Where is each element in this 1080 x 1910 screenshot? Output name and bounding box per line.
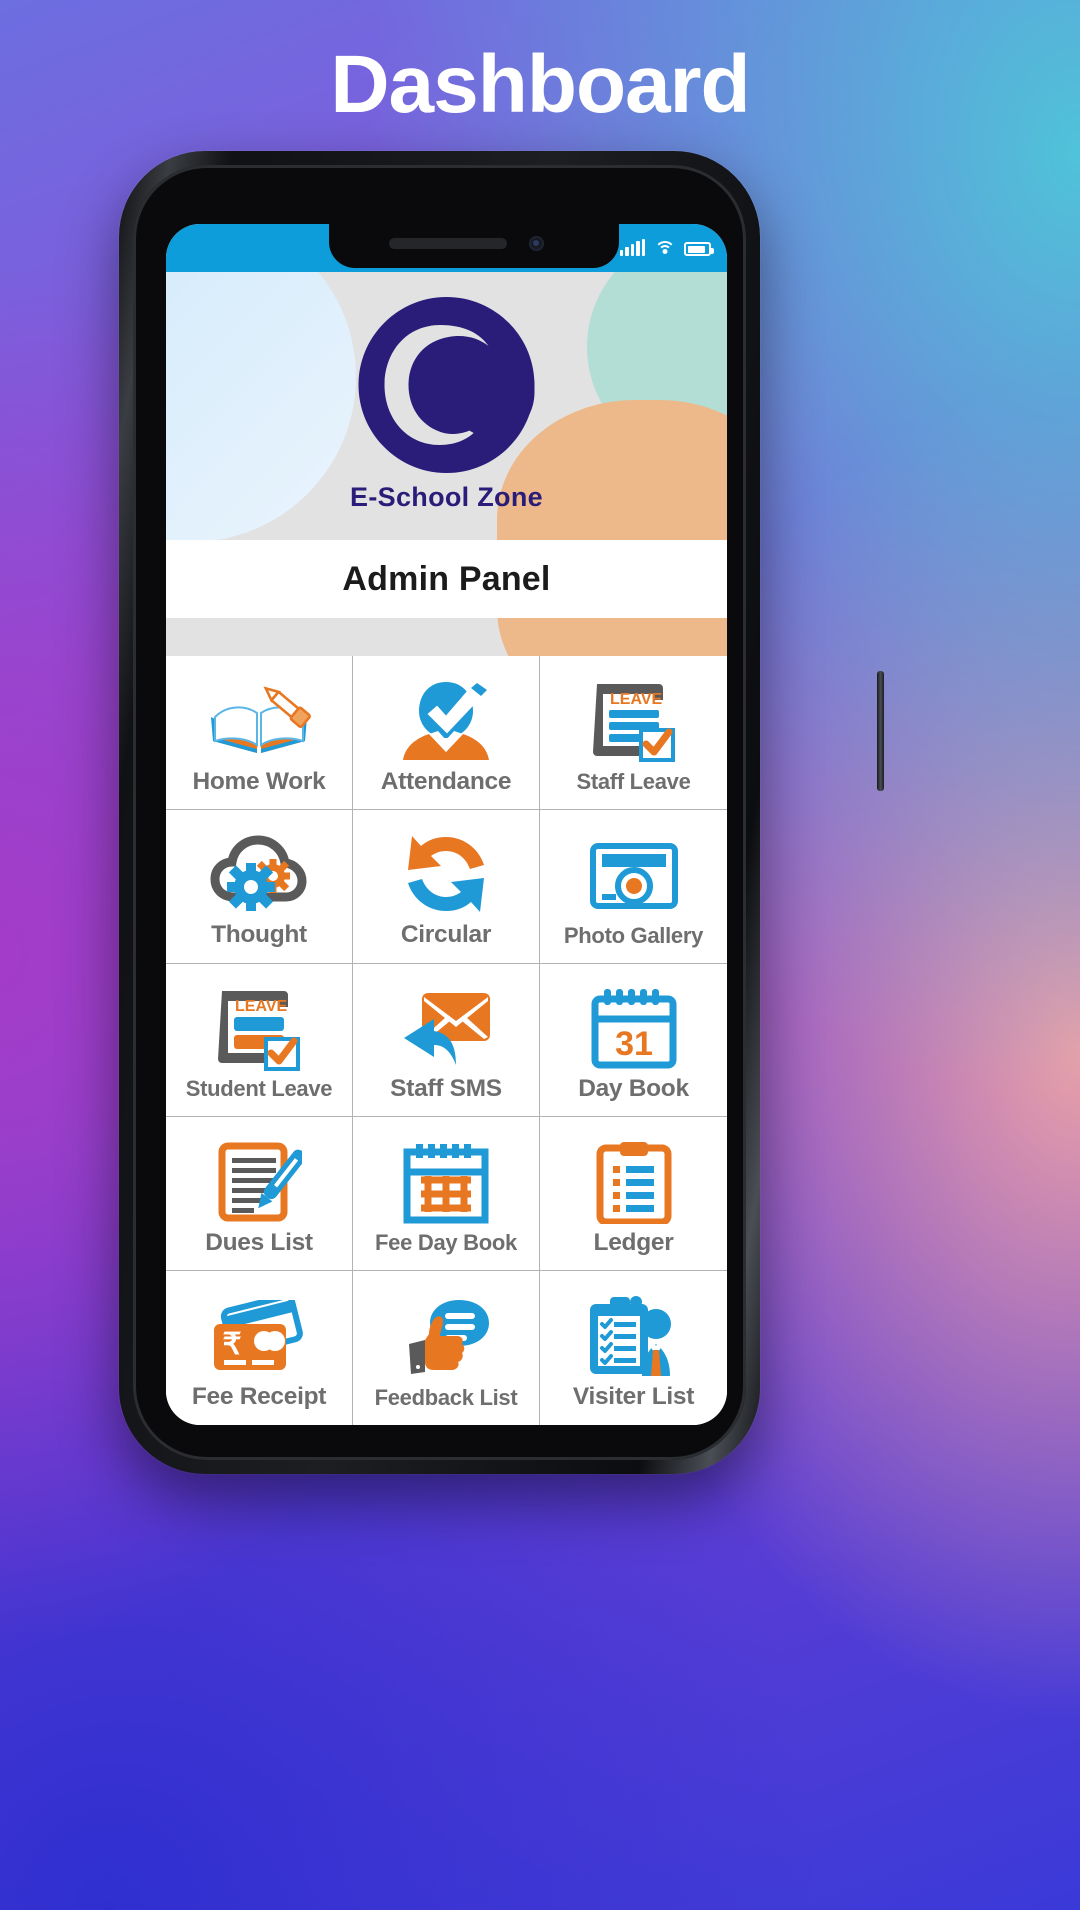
app-header: E-School Zone (166, 272, 727, 540)
grid-item-ledger[interactable]: Ledger (540, 1117, 727, 1272)
grid-item-label: Photo Gallery (563, 922, 704, 948)
grid-item-fee-receipt[interactable]: ₹ Fee Receipt (166, 1271, 353, 1425)
phone-power-button (877, 671, 884, 791)
admin-panel-title: Admin Panel (342, 559, 551, 598)
grid-item-visiter-list[interactable]: Visiter List (540, 1271, 727, 1425)
svg-text:LEAVE: LEAVE (610, 691, 662, 708)
front-camera-icon (529, 236, 544, 251)
page-title: Dashboard (330, 39, 750, 130)
grid-item-label: Circular (400, 921, 492, 949)
cloud-gears-icon (210, 828, 308, 920)
document-pen-icon (216, 1136, 302, 1228)
grid-item-day-book[interactable]: 31 Day Book (540, 964, 727, 1118)
grid-item-label: Day Book (578, 1075, 689, 1103)
camera-icon (589, 830, 678, 922)
grid-item-label: Visiter List (572, 1383, 695, 1411)
thumbs-up-chat-icon (401, 1292, 491, 1384)
grid-item-circular[interactable]: Circular (353, 809, 540, 964)
grid-item-staff-leave[interactable]: LEAVE Staff Leave (540, 656, 727, 810)
svg-text:LEAVE: LEAVE (235, 998, 287, 1015)
dashboard-grid: Home Work Attendance LEAVE Staff Leave T… (166, 656, 727, 1425)
clipboard-lines-icon (596, 1136, 672, 1228)
brand-name: E-School Zone (350, 482, 543, 512)
admin-panel-title-bar: Admin Panel (166, 540, 727, 618)
earpiece-speaker (389, 238, 507, 249)
calendar-31-icon: 31 (591, 982, 677, 1074)
phone-mockup: E-School Zone Admin Panel Home Work Atte… (119, 151, 884, 1474)
person-check-icon (401, 675, 491, 767)
grid-item-label: Attendance (380, 767, 512, 795)
grid-item-label: Ledger (593, 1228, 674, 1256)
grid-item-label: Dues List (205, 1228, 313, 1256)
status-bar-icons (619, 234, 714, 256)
grid-item-label: Student Leave (185, 1076, 333, 1102)
grid-item-photo-gallery[interactable]: Photo Gallery (540, 810, 727, 964)
wifi-icon (654, 240, 675, 256)
header-gap-strip (166, 618, 727, 656)
e-school-zone-logo (166, 290, 727, 480)
grid-item-feedback-list[interactable]: Feedback List (353, 1271, 540, 1425)
book-pencil-icon (207, 675, 311, 767)
signal-bars-icon (619, 239, 645, 256)
grid-item-dues-list[interactable]: Dues List (166, 1117, 353, 1272)
grid-item-thought[interactable]: Thought (166, 809, 353, 964)
grid-item-fee-day-book[interactable]: Fee Day Book (353, 1117, 540, 1272)
phone-notch (329, 220, 619, 268)
grid-item-staff-sms[interactable]: Staff SMS (353, 963, 540, 1118)
calendar-grid-icon (403, 1137, 489, 1229)
grid-item-label: Fee Day Book (375, 1230, 517, 1256)
gap-strip-decor-blob (497, 618, 727, 656)
grid-item-home-work[interactable]: Home Work (166, 656, 353, 810)
grid-item-label: Home Work (192, 767, 326, 795)
circular-arrows-icon (400, 828, 492, 920)
leave-document-icon: LEAVE (591, 676, 677, 768)
battery-icon (684, 242, 714, 256)
envelope-reply-icon (400, 982, 492, 1074)
grid-item-label: Fee Receipt (191, 1383, 327, 1411)
credit-card-rupee-icon: ₹ (210, 1290, 308, 1382)
grid-item-attendance[interactable]: Attendance (353, 656, 540, 810)
day-book-number: 31 (615, 1025, 653, 1063)
phone-screen: E-School Zone Admin Panel Home Work Atte… (166, 224, 727, 1425)
grid-item-label: Staff SMS (390, 1075, 502, 1103)
leave-document-icon: LEAVE (216, 983, 302, 1075)
grid-item-label: Feedback List (374, 1384, 518, 1410)
svg-text:₹: ₹ (222, 1328, 241, 1361)
phone-bezel: E-School Zone Admin Panel Home Work Atte… (133, 165, 746, 1460)
grid-item-label: Staff Leave (576, 768, 691, 794)
grid-item-student-leave[interactable]: LEAVE Student Leave (166, 963, 353, 1118)
clipboard-person-icon (586, 1290, 682, 1382)
grid-item-label: Thought (211, 921, 307, 949)
